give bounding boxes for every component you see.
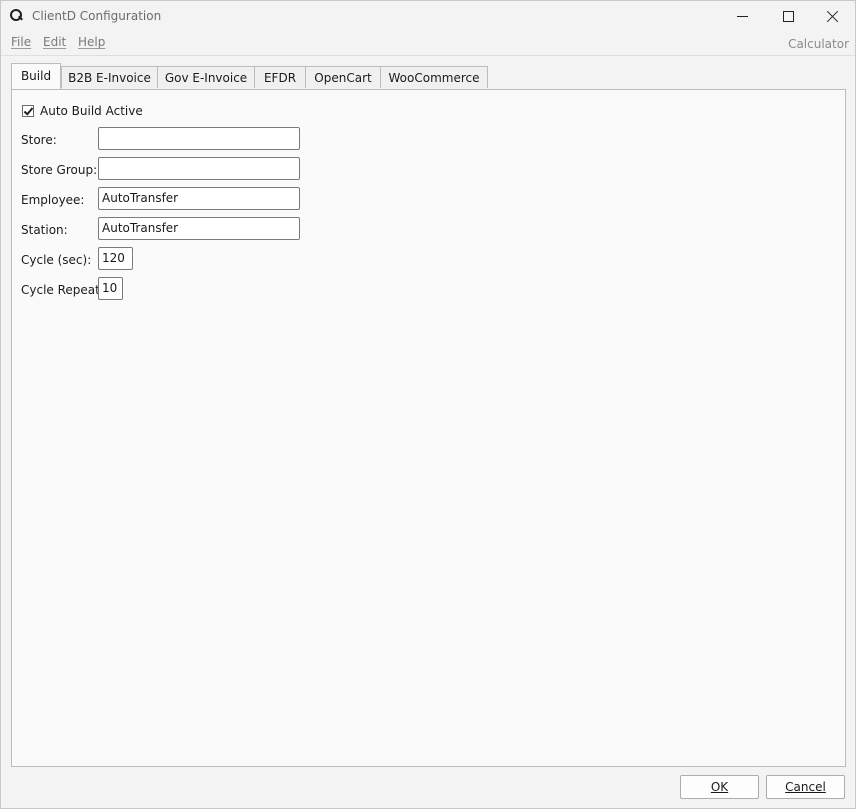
cycle-repeat-label: Cycle Repeat: xyxy=(21,283,104,297)
checkmark-icon[interactable] xyxy=(22,105,34,117)
station-label: Station: xyxy=(21,223,68,237)
calculator-link[interactable]: Calculator xyxy=(788,37,849,51)
close-icon xyxy=(826,10,839,23)
maximize-icon xyxy=(782,10,794,22)
ok-button[interactable]: OK xyxy=(680,775,759,799)
window-title: ClientD Configuration xyxy=(32,9,162,23)
cycle-repeat-field[interactable]: 10 xyxy=(98,277,123,300)
cancel-button[interactable]: Cancel xyxy=(766,775,845,799)
tab-b2b-e-invoice[interactable]: B2B E-Invoice xyxy=(61,66,158,88)
tab-build[interactable]: Build xyxy=(11,63,61,89)
menu-divider xyxy=(1,55,855,56)
maximize-button[interactable] xyxy=(765,1,811,31)
store-group-label: Store Group: xyxy=(21,163,98,177)
menu-bar: File Edit Help Calculator xyxy=(1,34,855,54)
employee-field[interactable]: AutoTransfer xyxy=(98,187,300,210)
tab-efdr[interactable]: EFDR xyxy=(254,66,306,88)
minimize-button[interactable] xyxy=(719,1,765,31)
station-field[interactable]: AutoTransfer xyxy=(98,217,300,240)
app-logo-icon xyxy=(10,9,22,21)
title-bar[interactable]: ClientD Configuration xyxy=(1,1,855,31)
store-field[interactable] xyxy=(98,127,300,150)
close-button[interactable] xyxy=(809,1,855,31)
cancel-button-label: Cancel xyxy=(785,780,826,794)
cycle-sec-field[interactable]: 120 xyxy=(98,247,133,270)
tab-opencart[interactable]: OpenCart xyxy=(305,66,381,88)
tab-gov-e-invoice[interactable]: Gov E-Invoice xyxy=(157,66,255,88)
auto-build-active-checkbox[interactable]: Auto Build Active xyxy=(22,104,143,118)
auto-build-active-label: Auto Build Active xyxy=(40,104,143,118)
minimize-icon xyxy=(736,15,748,17)
menu-edit[interactable]: Edit xyxy=(43,35,66,49)
store-label: Store: xyxy=(21,133,57,147)
menu-file[interactable]: File xyxy=(11,35,31,49)
tab-woocommerce[interactable]: WooCommerce xyxy=(380,66,488,88)
menu-help[interactable]: Help xyxy=(78,35,105,49)
store-group-field[interactable] xyxy=(98,157,300,180)
employee-label: Employee: xyxy=(21,193,85,207)
ok-button-label: OK xyxy=(710,780,729,794)
cycle-sec-label: Cycle (sec): xyxy=(21,253,92,267)
